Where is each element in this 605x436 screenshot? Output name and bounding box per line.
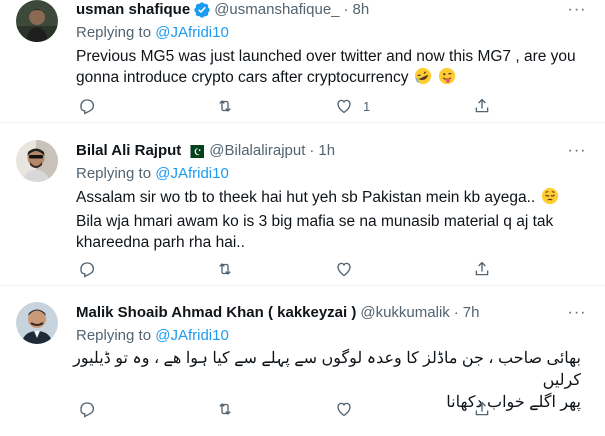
author-handle[interactable]: @kukkumalik — [360, 303, 449, 323]
tweet-text: Assalam sir wo tb to theek hai hut yeh s… — [76, 187, 585, 253]
share-icon — [475, 98, 489, 113]
tweet-header: Malik Shoaib Ahmad Khan ( kakkeyzai ) @k… — [76, 303, 565, 323]
separator-dot: · — [343, 1, 349, 18]
tweet-header: usman shafique @usmanshafique_ · 8h — [76, 0, 565, 20]
author-name[interactable]: Malik Shoaib Ahmad Khan ( kakkeyzai ) — [76, 303, 356, 323]
pensive-face-emoji — [541, 187, 559, 211]
separator-dot: · — [309, 142, 315, 159]
share-button[interactable] — [473, 400, 491, 418]
avatar[interactable] — [16, 0, 58, 42]
replying-prefix: Replying to — [76, 24, 152, 41]
tweet-text-content: Previous MG5 was just launched over twit… — [76, 48, 576, 86]
tweet-reply[interactable]: usman shafique @usmanshafique_ · 8h ··· … — [0, 0, 605, 123]
share-icon — [475, 261, 489, 276]
replying-prefix: Replying to — [76, 327, 152, 344]
retweet-button[interactable] — [216, 400, 234, 418]
verified-badge-icon — [193, 1, 211, 19]
winking-tongue-emoji — [438, 67, 456, 91]
timestamp[interactable]: 8h — [353, 0, 370, 20]
like-button[interactable] — [335, 400, 363, 418]
tweet-reply[interactable]: Malik Shoaib Ahmad Khan ( kakkeyzai ) @k… — [0, 286, 605, 436]
replying-to: Replying to @JAfridi10 — [76, 164, 229, 184]
tweet-header: Bilal Ali Rajput @Bilalalirajput · 1h — [76, 141, 565, 161]
pakistan-flag-icon — [186, 144, 205, 158]
timestamp[interactable]: 7h — [463, 303, 480, 323]
retweet-icon — [219, 100, 231, 112]
reply-button[interactable] — [78, 97, 96, 115]
heart-icon — [337, 262, 351, 277]
share-button[interactable] — [473, 97, 491, 115]
reply-icon — [80, 262, 95, 278]
rolling-on-floor-laughing-emoji — [414, 67, 432, 91]
tweet-text-content: Bila wja hmari awam ko is 3 big mafia se… — [76, 213, 554, 251]
share-icon — [475, 401, 489, 416]
separator-dot: · — [453, 304, 459, 321]
more-options-icon[interactable]: ··· — [567, 0, 587, 20]
author-name[interactable]: Bilal Ali Rajput — [76, 141, 181, 161]
replying-to: Replying to @JAfridi10 — [76, 326, 229, 346]
heart-icon — [337, 402, 351, 417]
retweet-icon — [219, 263, 231, 275]
timestamp[interactable]: 1h — [318, 141, 335, 161]
heart-icon — [337, 99, 351, 114]
retweet-button[interactable] — [216, 260, 234, 278]
tweet-actions — [70, 399, 520, 419]
reply-icon — [80, 99, 95, 115]
replying-to: Replying to @JAfridi10 — [76, 23, 229, 43]
author-handle[interactable]: @usmanshafique_ — [214, 0, 339, 20]
like-count: 1 — [363, 98, 371, 114]
retweet-button[interactable] — [216, 97, 234, 115]
mention-link[interactable]: @JAfridi10 — [155, 165, 229, 182]
tweet-actions: 1 — [70, 96, 520, 116]
tweet-actions — [70, 259, 520, 279]
like-button[interactable]: 1 — [335, 97, 370, 115]
author-name[interactable]: usman shafique — [76, 0, 190, 20]
avatar[interactable] — [16, 140, 58, 182]
tweet-text-line: بھائی صاحب ، جن ماڈلز کا وعدہ لوگوں سے پ… — [73, 350, 581, 389]
avatar[interactable] — [16, 302, 58, 344]
like-button[interactable] — [335, 260, 363, 278]
tweet-reply[interactable]: Bilal Ali Rajput @Bilalalirajput · 1h ··… — [0, 123, 605, 286]
more-options-icon[interactable]: ··· — [567, 303, 587, 323]
retweet-icon — [219, 403, 231, 415]
share-button[interactable] — [473, 260, 491, 278]
mention-link[interactable]: @JAfridi10 — [155, 327, 229, 344]
tweet-text: Previous MG5 was just launched over twit… — [76, 46, 585, 91]
reply-icon — [80, 402, 95, 418]
tweet-text-content: Assalam sir wo tb to theek hai hut yeh s… — [76, 189, 536, 206]
reply-button[interactable] — [78, 400, 96, 418]
mention-link[interactable]: @JAfridi10 — [155, 24, 229, 41]
more-options-icon[interactable]: ··· — [567, 141, 587, 161]
replying-prefix: Replying to — [76, 165, 152, 182]
reply-button[interactable] — [78, 260, 96, 278]
author-handle[interactable]: @Bilalalirajput — [209, 141, 305, 161]
